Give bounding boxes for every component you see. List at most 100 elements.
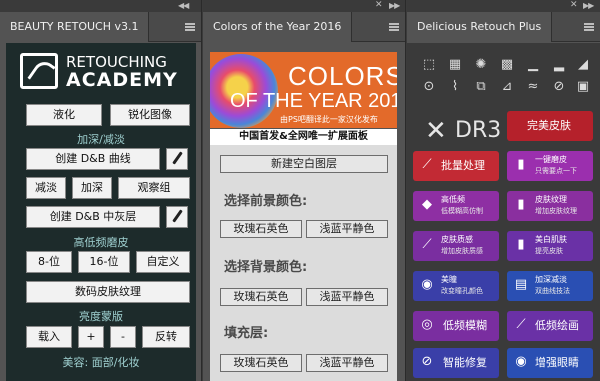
liquify-button[interactable]: 液化 [26,104,102,126]
fork-knife-icon: ✕ [425,116,447,146]
skin-texture-button[interactable]: ▮ 皮肤纹理 增加皮肤纹理 [507,191,593,221]
button-label: 一键磨皮 [535,155,567,164]
button-label: 高低频 [441,195,465,204]
crop-icon[interactable]: ⧉ [473,79,489,95]
panel-menu-icon[interactable] [389,23,399,31]
banner-bar: 中国首发&全网唯一扩展面板 [210,129,397,145]
tab-delicious-retouch[interactable]: Delicious Retouch Plus [407,12,553,42]
button-label: 智能修复 [443,356,487,369]
delicious-retouch-panel: ✕ ▶▶ Delicious Retouch Plus ⬚ ▦ ✺ ▩ ▁ ▂ … [407,0,600,381]
eye-color-button[interactable]: ◉ 美瞳 改变瞳孔颜色 [413,271,499,301]
skin-quality-button[interactable]: ⟋ 皮肤质感 增加皮肤质感 [413,231,499,261]
button-sublabel: 增加皮肤纹理 [535,207,577,215]
button-sublabel: 只需要点一下 [535,167,577,175]
bottle-icon: ▮ [517,237,525,252]
section-dodge-burn: 加深/减淡 [77,133,125,146]
dodge-button[interactable]: 减淡 [26,177,66,199]
tab-row: BEAUTY RETOUCH v3.1 [0,12,201,42]
close-icon[interactable]: ✕ [570,0,578,10]
brush-icon: ⟋ [516,317,526,332]
section-beauty: 美容: 面部/化妆 [62,356,140,369]
rose-quartz-fill-button[interactable]: 玫瑰石英色 [220,354,302,372]
brush-icon: ⟋ [422,237,432,252]
button-label: 完美皮肤 [527,119,571,132]
button-label: 加深减淡 [535,275,567,284]
collapse-icon[interactable]: ▶▶ [389,1,400,10]
rose-quartz-fg-button[interactable]: 玫瑰石英色 [220,220,302,238]
selection-icon[interactable]: ⬚ [421,57,437,73]
pattern-icon[interactable]: ▩ [499,57,515,73]
serenity-bg-button[interactable]: 浅蓝平静色 [306,288,388,306]
minus-button[interactable]: - [110,326,136,348]
button-label: 增强眼睛 [535,356,579,369]
digital-skin-texture-button[interactable]: 数码皮肤纹理 [26,281,190,303]
one-click-smooth-button[interactable]: ▮ 一键磨皮 只需要点一下 [507,151,593,181]
colors-of-year-panel: ✕ ▶▶ Colors of the Year 2016 COLORS OF T… [203,0,406,381]
transform-icon[interactable]: ⊿ [499,79,515,95]
panel-menu-icon[interactable] [584,23,594,31]
button-sublabel: 提亮皮肤 [535,247,563,255]
create-db-gray-button[interactable]: 创建 D&B 中灰层 [26,206,160,228]
dropper-icon[interactable]: ⌇ [447,79,463,95]
rose-quartz-bg-button[interactable]: 玫瑰石英色 [220,288,302,306]
whiten-skin-button[interactable]: ▮ 美白肌肤 提亮皮肤 [507,231,593,261]
button-label: 低频绘画 [535,319,579,332]
close-icon[interactable]: ✕ [375,0,383,10]
tab-beauty-retouch[interactable]: BEAUTY RETOUCH v3.1 [0,12,150,42]
16bit-button[interactable]: 16-位 [78,251,130,273]
plus-button[interactable]: + [78,326,104,348]
batch-process-button[interactable]: ⟋ 批量处理 [413,151,499,181]
wave-icon[interactable]: ≈ [525,79,541,95]
button-sublabel: 双曲线技法 [535,287,570,295]
panel-topbar: ✕ ▶▶ [203,0,405,12]
panel-topbar: ◀◀ [0,0,201,12]
tab-colors-of-year[interactable]: Colors of the Year 2016 [203,12,353,42]
low-freq-blur-button[interactable]: ◎ 低频模糊 [413,311,499,341]
serenity-fill-button[interactable]: 浅蓝平静色 [306,354,388,372]
section-luminosity: 亮度蒙版 [79,310,123,323]
burn-button[interactable]: 加深 [72,177,112,199]
collapse-icon[interactable]: ▶▶ [583,1,594,10]
gradient-icon[interactable]: ▦ [447,57,463,73]
collapse-icon[interactable]: ◀◀ [178,1,189,10]
smart-repair-button[interactable]: ⊘ 智能修复 [413,348,499,378]
retouching-academy-logo: RETOUCHING ACADEMY [20,53,185,97]
diamond-icon: ◆ [422,197,432,212]
target-icon[interactable]: ⊙ [421,79,437,95]
load-button[interactable]: 载入 [26,326,72,348]
brush-icon[interactable] [166,148,188,170]
banner-title: COLORS [288,61,397,91]
dodge-burn-button[interactable]: ▤ 加深减淡 双曲线技法 [507,271,593,301]
8bit-button[interactable]: 8-位 [26,251,72,273]
create-db-curve-button[interactable]: 创建 D&B 曲线 [26,148,160,170]
button-label: 皮肤质感 [441,235,473,244]
curves-icon[interactable]: ◢ [575,57,591,73]
panel-menu-icon[interactable] [185,23,195,31]
button-label: 美瞳 [441,275,457,284]
invert-button[interactable]: 反转 [142,326,190,348]
histogram-icon[interactable]: ▂ [551,57,567,73]
high-low-frequency-button[interactable]: ◆ 高低频 低模糊高仿制 [413,191,499,221]
feather-icon [20,53,58,89]
chip-icon[interactable]: ▣ [575,79,591,95]
low-freq-paint-button[interactable]: ⟋ 低频绘画 [507,311,593,341]
new-layer-button[interactable]: 新建空白图层 [220,155,388,173]
blur-icon: ◎ [421,317,433,332]
banner-subtitle: OF THE YEAR 2016 [230,90,397,112]
perfect-skin-button[interactable]: 完美皮肤 [507,111,593,141]
button-label: 美白肌肤 [535,235,567,244]
enhance-eyes-button[interactable]: ◉ 增强眼睛 [507,348,593,378]
serenity-fg-button[interactable]: 浅蓝平静色 [306,220,388,238]
levels-icon[interactable]: ▁ [525,57,541,73]
bandage-icon[interactable]: ⊘ [551,79,567,95]
brush-icon[interactable] [166,206,188,228]
observe-group-button[interactable]: 观察组 [118,177,190,199]
brush-icon: ⟋ [422,157,432,172]
custom-button[interactable]: 自定义 [136,251,190,273]
button-label: 低频模糊 [443,319,487,332]
splash-icon[interactable]: ✺ [473,57,489,73]
sharpen-button[interactable]: 锐化图像 [110,104,190,126]
bottle-icon: ▮ [517,197,525,212]
colors-banner: COLORS OF THE YEAR 2016 由PS吧翻译此一家汉化发布 [210,52,397,128]
layers-icon: ▤ [514,277,528,292]
